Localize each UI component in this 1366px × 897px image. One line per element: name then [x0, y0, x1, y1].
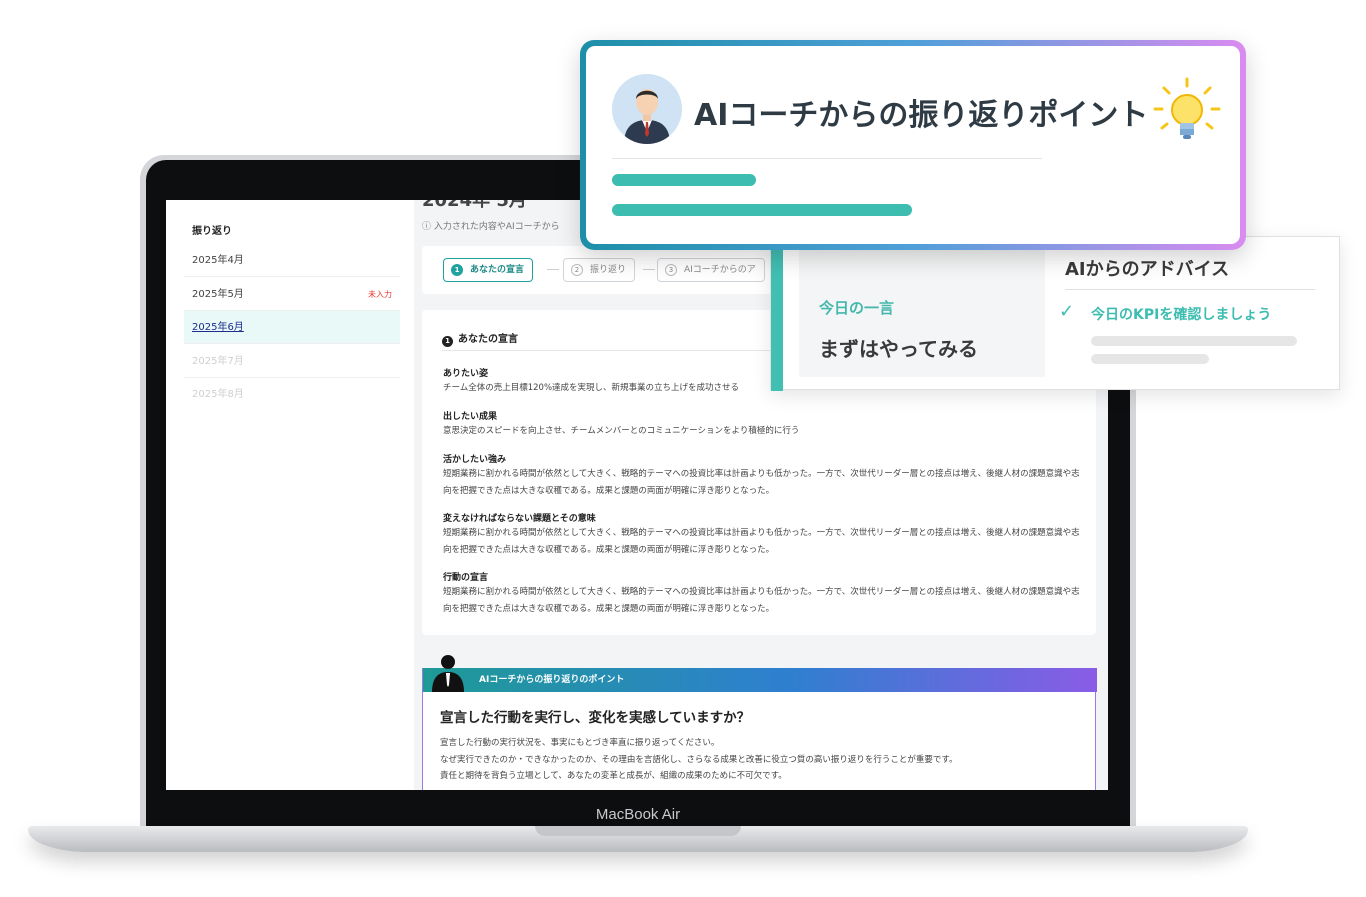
tab-step-declaration[interactable]: 1 あなたの宣言	[443, 258, 534, 282]
coach-avatar	[612, 74, 682, 144]
advice-item: 今日のKPIを確認しましょう	[1091, 307, 1272, 323]
section-label-strengths: 活かしたい強み	[443, 455, 507, 465]
ai-coach-point-card: AIコーチからの振り返りポイント	[580, 40, 1246, 250]
sidebar-item-label: 2025年5月	[192, 289, 244, 300]
info-note: ⓘ 入力された内容やAIコーチから	[422, 222, 560, 232]
step-number: 1	[451, 264, 463, 276]
sidebar-heading: 振り返り	[192, 226, 232, 237]
ai-coach-point-title: AIコーチからの振り返りポイント	[694, 98, 1149, 133]
section-text-issues: 短期業務に割かれる時間が依然として大きく、戦略的テーマへの投資比率は計画よりも低…	[443, 528, 1080, 555]
ai-coach-point-card-body: AIコーチからの振り返りポイント	[586, 46, 1240, 244]
step-label: AIコーチからのア	[684, 265, 756, 275]
laptop-notch	[535, 826, 741, 836]
step-label: 振り返り	[590, 265, 627, 275]
divider	[1065, 289, 1315, 290]
sidebar-item-label: 2025年4月	[192, 255, 244, 266]
declaration-heading: 1 あなたの宣言	[442, 330, 518, 347]
ai-coach-paragraph: 宣言した行動の実行状況を、事実にもとづき率直に振り返ってください。	[440, 738, 720, 748]
section-number-icon: 1	[442, 336, 453, 347]
sidebar-item-label: 2025年8月	[192, 389, 244, 400]
sidebar-item-label: 2025年7月	[192, 356, 244, 367]
today-message-box: 今日の一言 まずはやってみる	[799, 249, 1045, 377]
tab-step-reflection[interactable]: 2 振り返り	[563, 258, 636, 282]
advice-title: AIからのアドバイス	[1065, 259, 1230, 280]
check-icon: ✓	[1059, 301, 1075, 322]
lightbulb-icon	[1153, 77, 1221, 139]
tab-step-ai-advice[interactable]: 3 AIコーチからのア	[657, 258, 765, 282]
coach-silhouette-icon	[432, 655, 464, 692]
sidebar-item-2025-05[interactable]: 2025年5月 未入力	[184, 278, 400, 311]
ai-coach-card: AIコーチからの振り返りのポイント 宣言した行動を実行し、変化を実感していますか…	[422, 668, 1097, 790]
businessman-icon	[612, 74, 682, 144]
step-separator	[643, 269, 655, 270]
declaration-heading-text: あなたの宣言	[458, 334, 518, 345]
sidebar-item-2025-08: 2025年8月	[184, 378, 400, 411]
step-number: 2	[571, 264, 583, 276]
promo-stage: 振り返り 2025年4月 2025年5月 未入力 2025年6月 2025年7月…	[0, 0, 1366, 897]
step-label: あなたの宣言	[470, 265, 525, 275]
laptop-brand: MacBook Air	[595, 806, 681, 823]
placeholder-line	[1091, 354, 1209, 364]
page-title: 2024年 5月	[422, 200, 527, 211]
status-badge-unentered: 未入力	[368, 290, 392, 299]
today-label: 今日の一言	[819, 299, 895, 317]
sidebar-item-2025-04[interactable]: 2025年4月	[184, 244, 400, 277]
section-text-action: 短期業務に割かれる時間が依然として大きく、戦略的テーマへの投資比率は計画よりも低…	[443, 587, 1080, 614]
section-text-results: 意思決定のスピードを向上させ、チームメンバーとのコミュニケーションをより積極的に…	[443, 426, 800, 436]
ai-coach-paragraph: なぜ実行できたのか・できなかったのか、その理由を言語化し、さらなる成果と改善に役…	[440, 755, 958, 765]
placeholder-line	[612, 204, 912, 216]
accent-bar	[771, 237, 783, 391]
section-label-action: 行動の宣言	[443, 573, 489, 583]
sidebar-item-2025-06[interactable]: 2025年6月	[184, 311, 400, 344]
sidebar: 振り返り 2025年4月 2025年5月 未入力 2025年6月 2025年7月…	[166, 200, 414, 790]
today-message: まずはやってみる	[819, 337, 978, 361]
placeholder-line	[612, 174, 756, 186]
section-label-issues: 変えなければならない課題とその意味	[443, 514, 596, 524]
placeholder-line	[1091, 336, 1297, 346]
step-separator	[547, 269, 559, 270]
section-label-ideal: ありたい姿	[443, 369, 489, 379]
ai-coach-paragraph: 責任と期待を背負う立場として、あなたの変革と成長が、組織の成果のために不可欠です…	[440, 771, 787, 781]
divider	[612, 158, 1042, 159]
section-label-results: 出したい成果	[443, 412, 498, 422]
ai-coach-header: AIコーチからの振り返りのポイント	[423, 668, 1097, 692]
step-number: 3	[665, 264, 677, 276]
section-text-strengths: 短期業務に割かれる時間が依然として大きく、戦略的テーマへの投資比率は計画よりも低…	[443, 469, 1080, 496]
ai-advice-card: 今日の一言 まずはやってみる AIからのアドバイス ✓ 今日のKPIを確認しまし…	[770, 236, 1340, 391]
sidebar-item-label: 2025年6月	[192, 322, 244, 333]
ai-coach-question: 宣言した行動を実行し、変化を実感していますか？	[440, 710, 751, 726]
sidebar-item-2025-07: 2025年7月	[184, 345, 400, 378]
